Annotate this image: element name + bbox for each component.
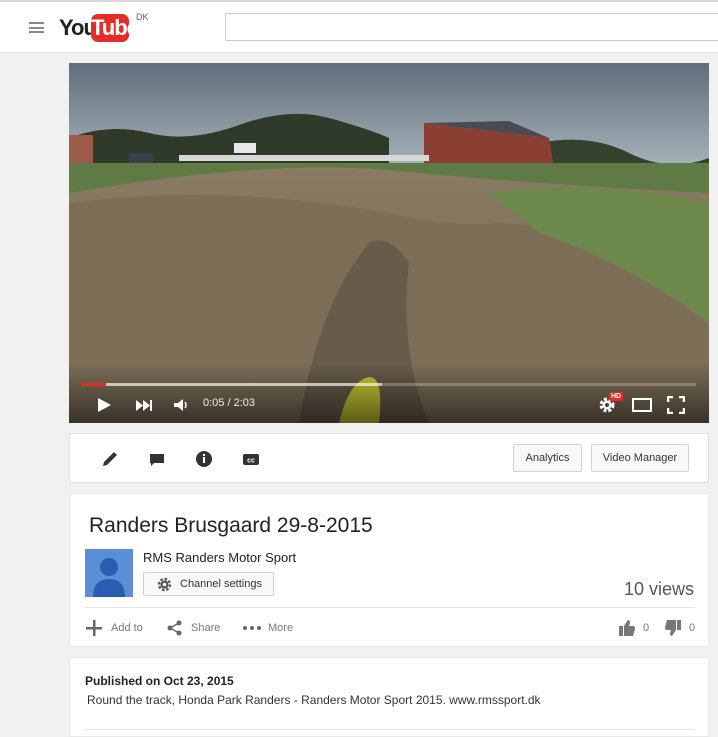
description-panel: Published on Oct 23, 2015 Round the trac… bbox=[69, 657, 709, 737]
analytics-button[interactable]: Analytics bbox=[513, 444, 582, 472]
edit-icon[interactable] bbox=[99, 448, 121, 470]
channel-name[interactable]: RMS Randers Motor Sport bbox=[143, 550, 296, 565]
add-icon[interactable] bbox=[85, 619, 103, 637]
info-icon[interactable] bbox=[193, 448, 215, 470]
channel-settings-label: Channel settings bbox=[180, 578, 262, 590]
progress-bar[interactable] bbox=[81, 383, 696, 386]
buffered-bar bbox=[81, 383, 383, 386]
like-icon[interactable] bbox=[618, 619, 636, 637]
video-info-panel: Randers Brusgaard 29-8-2015 RMS Randers … bbox=[69, 493, 709, 647]
hd-badge: HD bbox=[609, 392, 624, 401]
top-edge bbox=[0, 0, 718, 2]
fullscreen-icon[interactable] bbox=[667, 396, 685, 414]
theater-mode-icon[interactable] bbox=[632, 398, 652, 412]
svg-text:cc: cc bbox=[247, 458, 255, 465]
more-button[interactable]: More bbox=[268, 622, 293, 634]
video-manager-button[interactable]: Video Manager bbox=[591, 444, 689, 472]
gear-icon bbox=[157, 577, 172, 592]
published-date: Published on Oct 23, 2015 bbox=[85, 674, 234, 688]
logo-tube-text: Tube bbox=[91, 14, 139, 42]
default-avatar-icon bbox=[93, 558, 125, 597]
channel-settings-button[interactable]: Channel settings bbox=[143, 572, 274, 596]
play-icon[interactable] bbox=[96, 397, 112, 413]
dislike-icon[interactable] bbox=[664, 619, 682, 637]
view-count: 10 views bbox=[623, 579, 694, 599]
video-title: Randers Brusgaard 29-8-2015 bbox=[89, 514, 373, 537]
channel-avatar[interactable] bbox=[85, 549, 133, 597]
share-button[interactable]: Share bbox=[191, 622, 220, 634]
add-to-button[interactable]: Add to bbox=[111, 622, 143, 634]
played-bar bbox=[81, 383, 106, 386]
country-code: DK bbox=[136, 12, 149, 22]
like-count: 0 bbox=[643, 622, 650, 634]
annotations-icon[interactable] bbox=[146, 448, 168, 470]
masthead: You Tube DK bbox=[0, 0, 718, 53]
next-icon[interactable] bbox=[135, 399, 153, 412]
volume-icon[interactable] bbox=[173, 398, 189, 412]
captions-icon[interactable]: cc bbox=[240, 448, 262, 470]
more-dots-icon[interactable] bbox=[242, 625, 262, 631]
dislike-count: 0 bbox=[689, 622, 696, 634]
share-icon[interactable] bbox=[167, 620, 183, 636]
video-player[interactable]: 0:05 / 2:03 HD bbox=[69, 63, 709, 423]
guide-menu-icon[interactable] bbox=[29, 22, 44, 33]
description-text: Round the track, Honda Park Randers - Ra… bbox=[87, 693, 541, 707]
creator-toolbar: cc Analytics Video Manager bbox=[69, 433, 709, 483]
time-display: 0:05 / 2:03 bbox=[203, 397, 255, 409]
search-input[interactable] bbox=[225, 13, 718, 41]
divider bbox=[85, 607, 695, 608]
